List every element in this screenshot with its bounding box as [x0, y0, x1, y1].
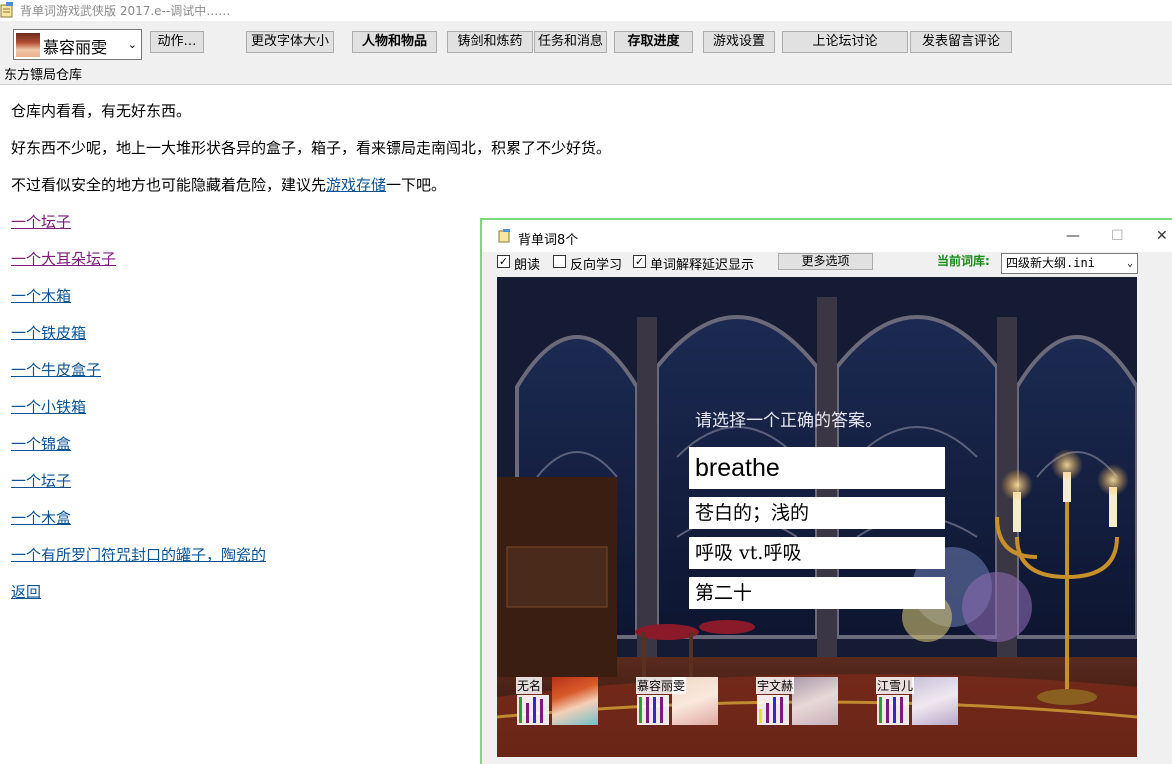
- location-label: 东方镖局仓库: [4, 68, 83, 83]
- stat-bar: [519, 697, 522, 723]
- narration-line-1: 仓库内看看，有无好东西。: [11, 102, 192, 120]
- notepad-icon: [498, 229, 510, 243]
- stat-bars: [517, 695, 549, 725]
- item-link[interactable]: 一个大耳朵坛子: [11, 248, 116, 269]
- stat-bar: [759, 709, 762, 723]
- minimize-icon[interactable]: —: [1066, 228, 1080, 244]
- stat-bars: [757, 695, 789, 725]
- party-member[interactable]: 慕容丽雯: [636, 677, 718, 725]
- delay-definition-label: 单词解释延迟显示: [650, 258, 755, 273]
- stat-bar: [900, 697, 903, 723]
- party-member[interactable]: 宇文赫: [756, 677, 838, 725]
- stat-bar: [879, 697, 882, 723]
- characters-items-button[interactable]: 人物和物品: [352, 31, 437, 53]
- party-member-name: 慕容丽雯: [636, 677, 687, 694]
- narration-text: 不过看似安全的地方也可能隐藏着危险，建议先: [11, 176, 327, 194]
- more-options-button[interactable]: 更多选项: [778, 253, 873, 270]
- item-link[interactable]: 一个小铁箱: [11, 396, 86, 417]
- word-window-title: 背单词8个: [518, 233, 579, 248]
- maximize-icon[interactable]: ☐: [1111, 228, 1124, 244]
- stat-bar: [540, 699, 543, 723]
- save-load-button[interactable]: 存取进度: [614, 31, 693, 53]
- save-game-link[interactable]: 游戏存储: [326, 176, 386, 194]
- chevron-down-icon: ⌄: [127, 38, 137, 51]
- dictionary-label: 当前词库:: [937, 254, 990, 268]
- close-icon[interactable]: ✕: [1156, 228, 1168, 244]
- quests-messages-button[interactable]: 任务和消息: [534, 31, 607, 53]
- delay-definition-checkbox[interactable]: ✓: [633, 255, 646, 268]
- item-link[interactable]: 一个铁皮箱: [11, 322, 86, 343]
- party-member[interactable]: 江雪儿: [876, 677, 958, 725]
- question-prompt: 请选择一个正确的答案。: [695, 411, 882, 431]
- stat-bar: [780, 697, 783, 723]
- party-member[interactable]: 无名: [516, 677, 598, 725]
- stat-bars: [877, 695, 909, 725]
- forge-alchemy-button[interactable]: 铸剑和炼药: [447, 31, 533, 53]
- game-settings-button[interactable]: 游戏设置: [703, 31, 775, 53]
- item-link[interactable]: 一个坛子: [11, 211, 71, 232]
- stat-bars: [637, 695, 669, 725]
- stat-bar: [660, 697, 663, 723]
- item-link[interactable]: 一个有所罗门符咒封口的罐子，陶瓷的: [11, 544, 266, 565]
- dictionary-value: 四级新大纲.ini: [1006, 256, 1095, 270]
- stat-bar: [646, 697, 649, 723]
- answer-option[interactable]: 苍白的；浅的: [689, 497, 945, 529]
- dictionary-select[interactable]: 四级新大纲.ini ⌄: [1001, 253, 1138, 274]
- action-button[interactable]: 动作…: [150, 31, 204, 53]
- item-link[interactable]: 一个坛子: [11, 470, 71, 491]
- narration-line-3: 不过看似安全的地方也可能隐藏着危险，建议先游戏存储一下吧。: [11, 174, 446, 195]
- item-link[interactable]: 一个木盒: [11, 507, 71, 528]
- question-word: breathe: [689, 447, 945, 489]
- stat-bar: [653, 697, 656, 723]
- font-size-button[interactable]: 更改字体大小: [246, 31, 334, 53]
- back-link[interactable]: 返回: [11, 581, 41, 602]
- stat-bar: [639, 697, 642, 723]
- read-aloud-label: 朗读: [514, 258, 541, 273]
- read-aloud-checkbox[interactable]: ✓: [497, 255, 510, 268]
- item-link[interactable]: 一个牛皮盒子: [11, 359, 101, 380]
- item-link[interactable]: 一个锦盒: [11, 433, 71, 454]
- character-select[interactable]: 慕容丽雯 ⌄: [13, 29, 142, 60]
- party-member-name: 宇文赫: [756, 677, 795, 694]
- answer-option[interactable]: 第二十: [689, 577, 945, 609]
- stat-bar: [533, 697, 536, 723]
- notepad-icon: [0, 2, 13, 18]
- character-portrait: [16, 33, 40, 57]
- narration-text: 一下吧。: [386, 176, 447, 194]
- forum-button[interactable]: 上论坛讨论: [782, 31, 908, 53]
- reverse-study-label: 反向学习: [570, 258, 623, 273]
- stat-bar: [773, 697, 776, 723]
- chevron-down-icon: ⌄: [1126, 258, 1133, 269]
- app-title: 背单词游戏武侠版 2017.e--调试中……: [20, 4, 231, 18]
- avatar: [912, 677, 958, 725]
- stat-bar: [766, 703, 769, 723]
- reverse-study-checkbox[interactable]: [553, 255, 566, 268]
- answer-option[interactable]: 呼吸 vt.呼吸: [689, 537, 945, 569]
- stat-bar: [893, 697, 896, 723]
- leave-comment-button[interactable]: 发表留言评论: [910, 31, 1012, 53]
- avatar: [792, 677, 838, 725]
- party-member-name: 无名: [516, 677, 543, 694]
- stat-bar: [526, 703, 529, 723]
- item-link[interactable]: 一个木箱: [11, 285, 71, 306]
- character-name: 慕容丽雯: [43, 38, 108, 57]
- stat-bar: [886, 699, 889, 723]
- narration-line-2: 好东西不少呢，地上一大堆形状各异的盒子，箱子，看来镖局走南闯北，积累了不少好货。: [11, 139, 612, 157]
- party-member-name: 江雪儿: [876, 677, 915, 694]
- location-bar: [0, 68, 1172, 85]
- avatar: [552, 677, 598, 725]
